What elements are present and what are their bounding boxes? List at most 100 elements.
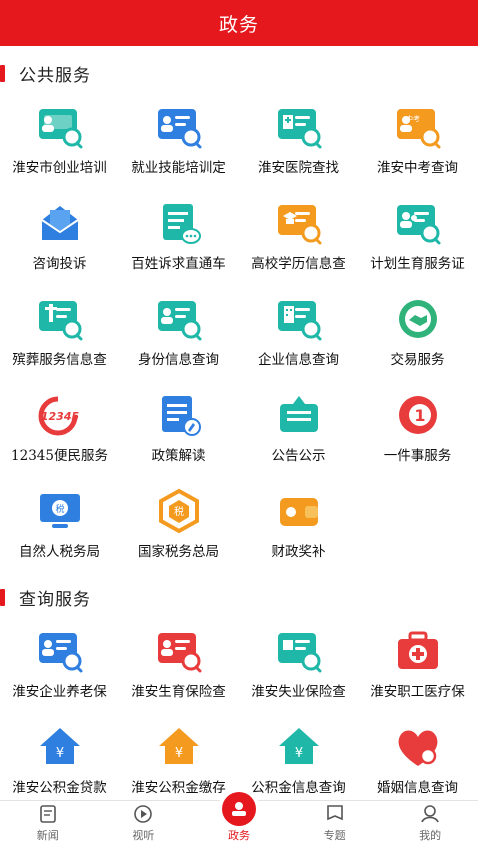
service-tile[interactable]: 企业信息查询 (239, 296, 358, 392)
service-tile[interactable]: 婚姻信息查询 (358, 724, 477, 800)
bottom-tab-bar: 新闻 视听 政务 专题 我的 (0, 792, 478, 850)
services-content[interactable]: 公共服务 淮安市创业培训 就业技能培训定 淮安医院查找 中考淮安中考查询咨询投诉 百姓诉… (0, 46, 478, 800)
tab-label: 视听 (132, 829, 155, 842)
service-tile[interactable]: 交易服务 (358, 296, 477, 392)
service-tile[interactable]: 1 一件事服务 (358, 392, 477, 488)
policy-doc-icon (155, 392, 203, 438)
government-icon (221, 792, 256, 826)
service-tile[interactable]: 咨询投诉 (0, 200, 119, 296)
service-tile[interactable]: 淮安医院查找 (239, 104, 358, 200)
service-tile[interactable]: 高校学历信息查 (239, 200, 358, 296)
service-tile[interactable]: 殡葬服务信息查 (0, 296, 119, 392)
service-tile-label: 一件事服务 (383, 448, 452, 464)
tab-government[interactable]: 政务 (191, 792, 287, 850)
page-title: 政务 (218, 13, 259, 36)
service-tile[interactable]: ¥ 淮安公积金缴存 (119, 724, 238, 800)
building-card-icon (275, 296, 323, 342)
exam-card-icon: 中考 (394, 104, 442, 150)
topic-icon (324, 803, 346, 825)
service-tile-label: 淮安中考查询 (377, 160, 458, 176)
section-title-query: 查询服务 (19, 589, 91, 610)
section-marker (0, 64, 5, 82)
service-tile[interactable]: 身份信息查询 (119, 296, 238, 392)
hospital-card-icon (275, 104, 323, 150)
hotline-12345-icon: 12345 (36, 392, 84, 438)
service-tile-label: 殡葬服务信息查 (12, 352, 107, 368)
one-service-icon: 1 (394, 392, 442, 438)
tab-news[interactable]: 新闻 (0, 801, 96, 850)
marriage-heart-icon (394, 724, 442, 770)
service-tile[interactable]: 淮安企业养老保 (0, 628, 119, 724)
service-tile-label: 高校学历信息查 (251, 256, 346, 272)
service-tile-label: 身份信息查询 (138, 352, 219, 368)
notice-board-icon (275, 392, 323, 438)
service-tile-label: 公告公示 (271, 448, 326, 464)
service-tile[interactable]: 财政奖补 (239, 488, 358, 584)
training-card-icon (36, 104, 84, 150)
tab-video[interactable]: 视听 (96, 801, 192, 850)
family-card-icon (394, 200, 442, 246)
service-tile-label: 计划生育服务证 (370, 256, 465, 272)
service-tile[interactable]: 12345 12345便民服务 (0, 392, 119, 488)
tab-label: 新闻 (36, 829, 59, 842)
service-tile[interactable]: 政策解读 (119, 392, 238, 488)
service-tile[interactable]: ¥ 淮安公积金贷款 (0, 724, 119, 800)
pension-card-icon (36, 628, 84, 674)
service-tile-label: 政策解读 (151, 448, 206, 464)
service-tile[interactable]: 淮安生育保险查 (119, 628, 238, 724)
play-icon (132, 803, 154, 825)
service-tile-label: 淮安公积金缴存 (131, 780, 226, 796)
service-tile[interactable]: 淮安市创业培训 (0, 104, 119, 200)
service-tile[interactable]: 税国家税务总局 (119, 488, 238, 584)
section-header-query: 查询服务 (0, 582, 91, 612)
fund-loan-house-icon: ¥ (36, 724, 84, 770)
news-icon (37, 803, 59, 825)
tab-profile[interactable]: 我的 (382, 801, 478, 850)
section-header-public: 公共服务 (0, 58, 91, 88)
service-tile[interactable]: 淮安职工医疗保 (358, 628, 477, 724)
service-tile[interactable]: 中考 淮安中考查询 (358, 104, 477, 200)
service-tile-label: 淮安医院查找 (258, 160, 339, 176)
message-doc-icon (155, 200, 203, 246)
id-card-icon (155, 296, 203, 342)
service-tile[interactable]: 计划生育服务证 (358, 200, 477, 296)
service-tile-label: 淮安企业养老保 (12, 684, 107, 700)
section-marker (0, 588, 5, 606)
service-tile-label: 公积金信息查询 (251, 780, 346, 796)
fund-deposit-house-icon: ¥ (155, 724, 203, 770)
service-tile-label: 咨询投诉 (32, 256, 87, 272)
section-title-public: 公共服务 (19, 65, 91, 86)
service-tile-label: 淮安市创业培训 (12, 160, 107, 176)
tab-label: 专题 (323, 829, 346, 842)
tab-label: 我的 (419, 829, 442, 842)
service-tile-label: 淮安生育保险查 (131, 684, 226, 700)
tab-topic[interactable]: 专题 (287, 801, 383, 850)
service-tile[interactable]: 就业技能培训定 (119, 104, 238, 200)
svg-text:税: 税 (55, 503, 64, 515)
service-tile[interactable]: ¥ 公积金信息查询 (239, 724, 358, 800)
service-tile-label: 交易服务 (390, 352, 445, 368)
service-tile-label: 婚姻信息查询 (377, 780, 458, 796)
handshake-icon (394, 296, 442, 342)
svg-text:¥: ¥ (295, 746, 303, 761)
tab-label: 政务 (227, 829, 250, 842)
unemployment-card-icon (275, 628, 323, 674)
svg-text:1: 1 (414, 406, 425, 425)
funeral-card-icon (36, 296, 84, 342)
service-tile-label: 百姓诉求直通车 (131, 256, 226, 272)
service-tile[interactable]: 淮安失业保险查 (239, 628, 358, 724)
service-tile-label: 淮安职工医疗保 (370, 684, 465, 700)
service-tile-label: 12345便民服务 (11, 448, 108, 464)
maternity-card-icon (155, 628, 203, 674)
svg-text:税: 税 (174, 505, 184, 518)
diploma-card-icon (275, 200, 323, 246)
service-tile[interactable]: 税自然人税务局 (0, 488, 119, 584)
service-tile-label: 就业技能培训定 (131, 160, 226, 176)
service-tile[interactable]: 百姓诉求直通车 (119, 200, 238, 296)
service-tile-label: 国家税务总局 (138, 544, 219, 560)
service-tile[interactable]: 公告公示 (239, 392, 358, 488)
wallet-icon (275, 488, 323, 534)
svg-text:12345: 12345 (41, 410, 80, 423)
service-tile-label: 财政奖补 (271, 544, 326, 560)
medical-kit-icon (394, 628, 442, 674)
